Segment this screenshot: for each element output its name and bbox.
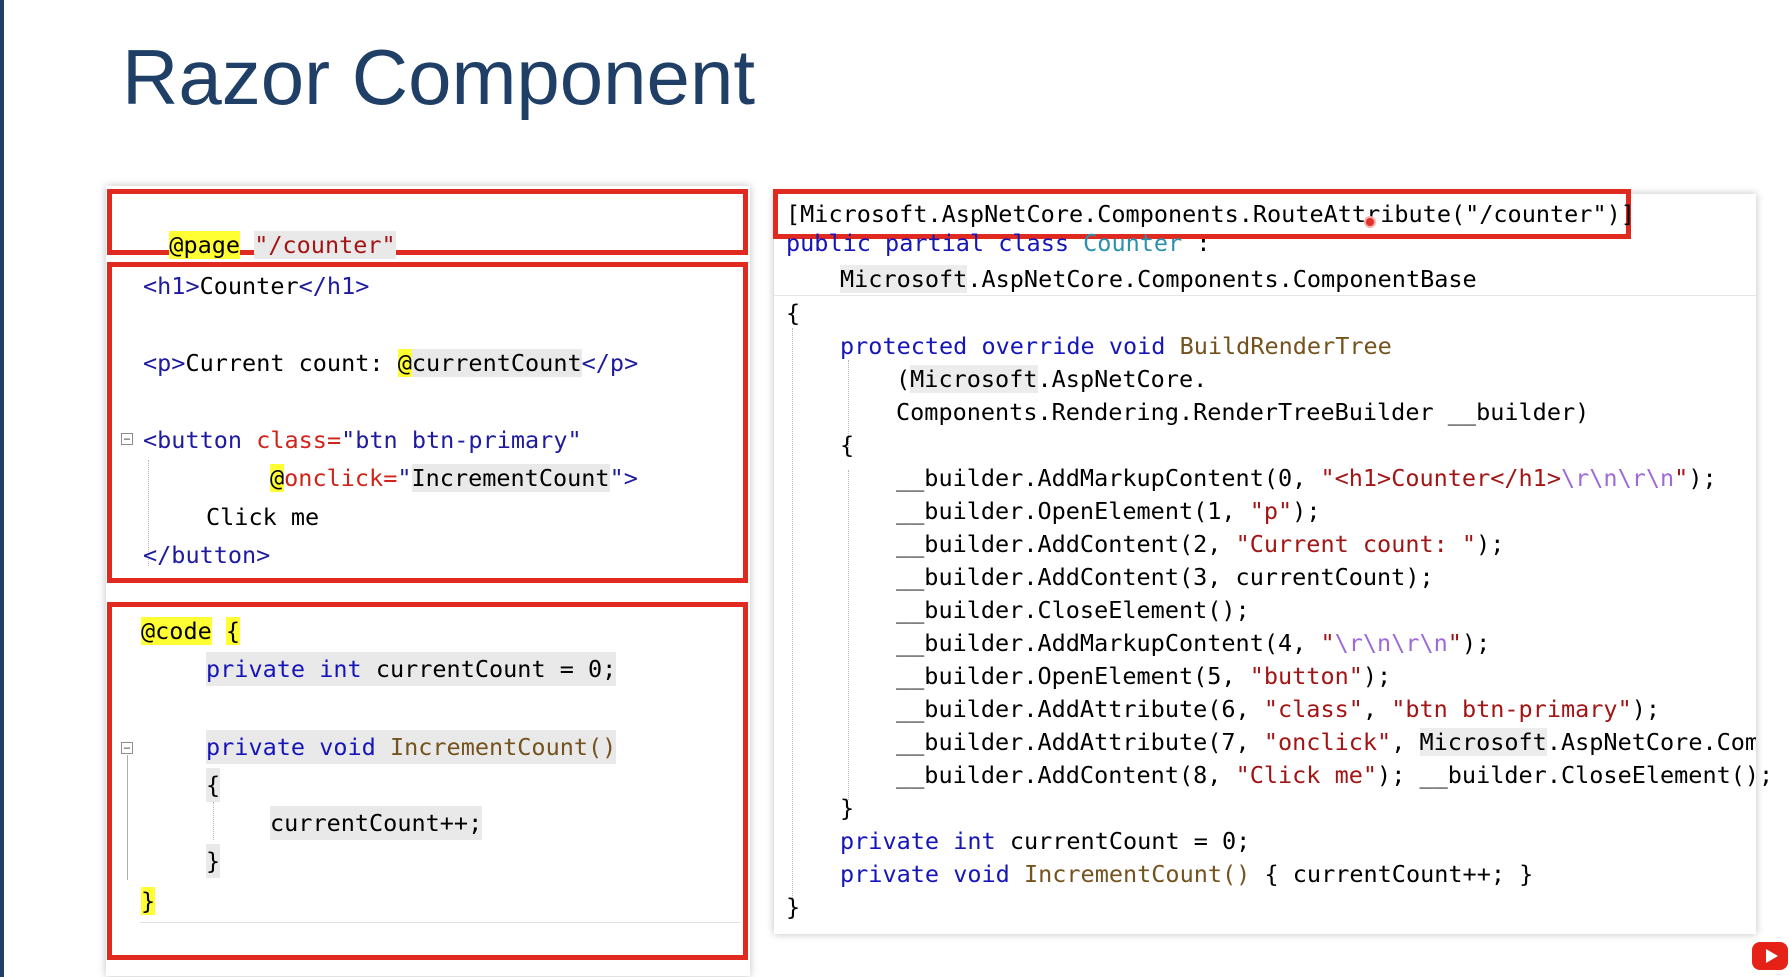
p-bind: currentCount: [411, 349, 582, 377]
onclick-handler: IncrementCount: [411, 464, 610, 492]
method-brace-close: }: [840, 794, 855, 822]
slide-edge-bar: [0, 0, 4, 977]
inline-directive: @: [397, 349, 412, 377]
method-param-line-2: Components.Rendering.RenderTreeBuilder _…: [896, 398, 1590, 426]
button-text-line: Click me: [206, 503, 320, 531]
class-open-brace: {: [786, 299, 801, 327]
button-line: <button class="btn btn-primary": [143, 426, 582, 454]
render-line-3: __builder.AddContent(2, "Current count: …: [896, 530, 1505, 558]
button-close-line: </button>: [143, 541, 271, 569]
render-line-10: __builder.AddContent(8, "Click me"); __b…: [896, 761, 1774, 789]
page-directive: @page: [169, 231, 241, 259]
render-line-6: __builder.AddMarkupContent(4, "\r\n\r\n"…: [896, 629, 1491, 657]
code-brace-close-line: }: [141, 887, 156, 915]
render-line-1: __builder.AddMarkupContent(0, "<h1>Count…: [896, 464, 1717, 492]
page-route: "/counter": [254, 231, 396, 259]
h1-line: <h1>Counter</h1>: [143, 272, 370, 300]
render-line-9: __builder.AddAttribute(7, "onclick", Mic…: [896, 728, 1756, 756]
method-brace-open: {: [840, 431, 855, 459]
method-param-line-1: (Microsoft.AspNetCore.: [896, 365, 1208, 393]
play-icon: [1766, 949, 1778, 963]
method-sig-line: protected override void BuildRenderTree: [840, 332, 1392, 360]
increment-method-line: private void IncrementCount() { currentC…: [840, 860, 1534, 888]
cursor-indicator: [1364, 216, 1376, 228]
page-directive-line: @page "/counter": [141, 194, 396, 259]
render-line-7: __builder.OpenElement(5, "button");: [896, 662, 1392, 690]
render-line-5: __builder.CloseElement();: [896, 596, 1250, 624]
render-line-8: __builder.AddAttribute(6, "class", "btn …: [896, 695, 1661, 723]
indent-guide: [213, 802, 214, 840]
slide-title: Razor Component: [122, 33, 755, 121]
current-line-marker: [140, 922, 740, 923]
base-class-line: Microsoft.AspNetCore.Components.Componen…: [840, 265, 1477, 293]
inner-brace-close: }: [206, 844, 221, 878]
onclick-line: @onclick="IncrementCount">: [270, 464, 638, 492]
method-line: private void IncrementCount(): [206, 730, 617, 764]
fold-line: [127, 755, 128, 880]
indent-guide: [848, 470, 849, 800]
p-line: <p>Current count: @currentCount</p>: [143, 349, 639, 377]
field-decl-line: private int currentCount = 0;: [840, 827, 1251, 855]
class-decl-line: public partial class Counter :: [786, 230, 1211, 256]
render-line-2: __builder.OpenElement(1, "p");: [896, 497, 1321, 525]
inner-brace-open: {: [206, 768, 221, 802]
render-line-4: __builder.AddContent(3, currentCount);: [896, 563, 1434, 591]
route-attribute-line: [Microsoft.AspNetCore.Components.RouteAt…: [786, 200, 1635, 228]
fold-toggle-button[interactable]: −: [121, 433, 133, 445]
class-close-brace: }: [786, 893, 801, 921]
field-line: private int currentCount = 0;: [206, 652, 617, 686]
indent-guide: [792, 328, 793, 908]
fold-toggle-button[interactable]: −: [121, 742, 133, 754]
code-directive-line: @code {: [141, 617, 241, 645]
body-line: currentCount++;: [270, 806, 483, 840]
